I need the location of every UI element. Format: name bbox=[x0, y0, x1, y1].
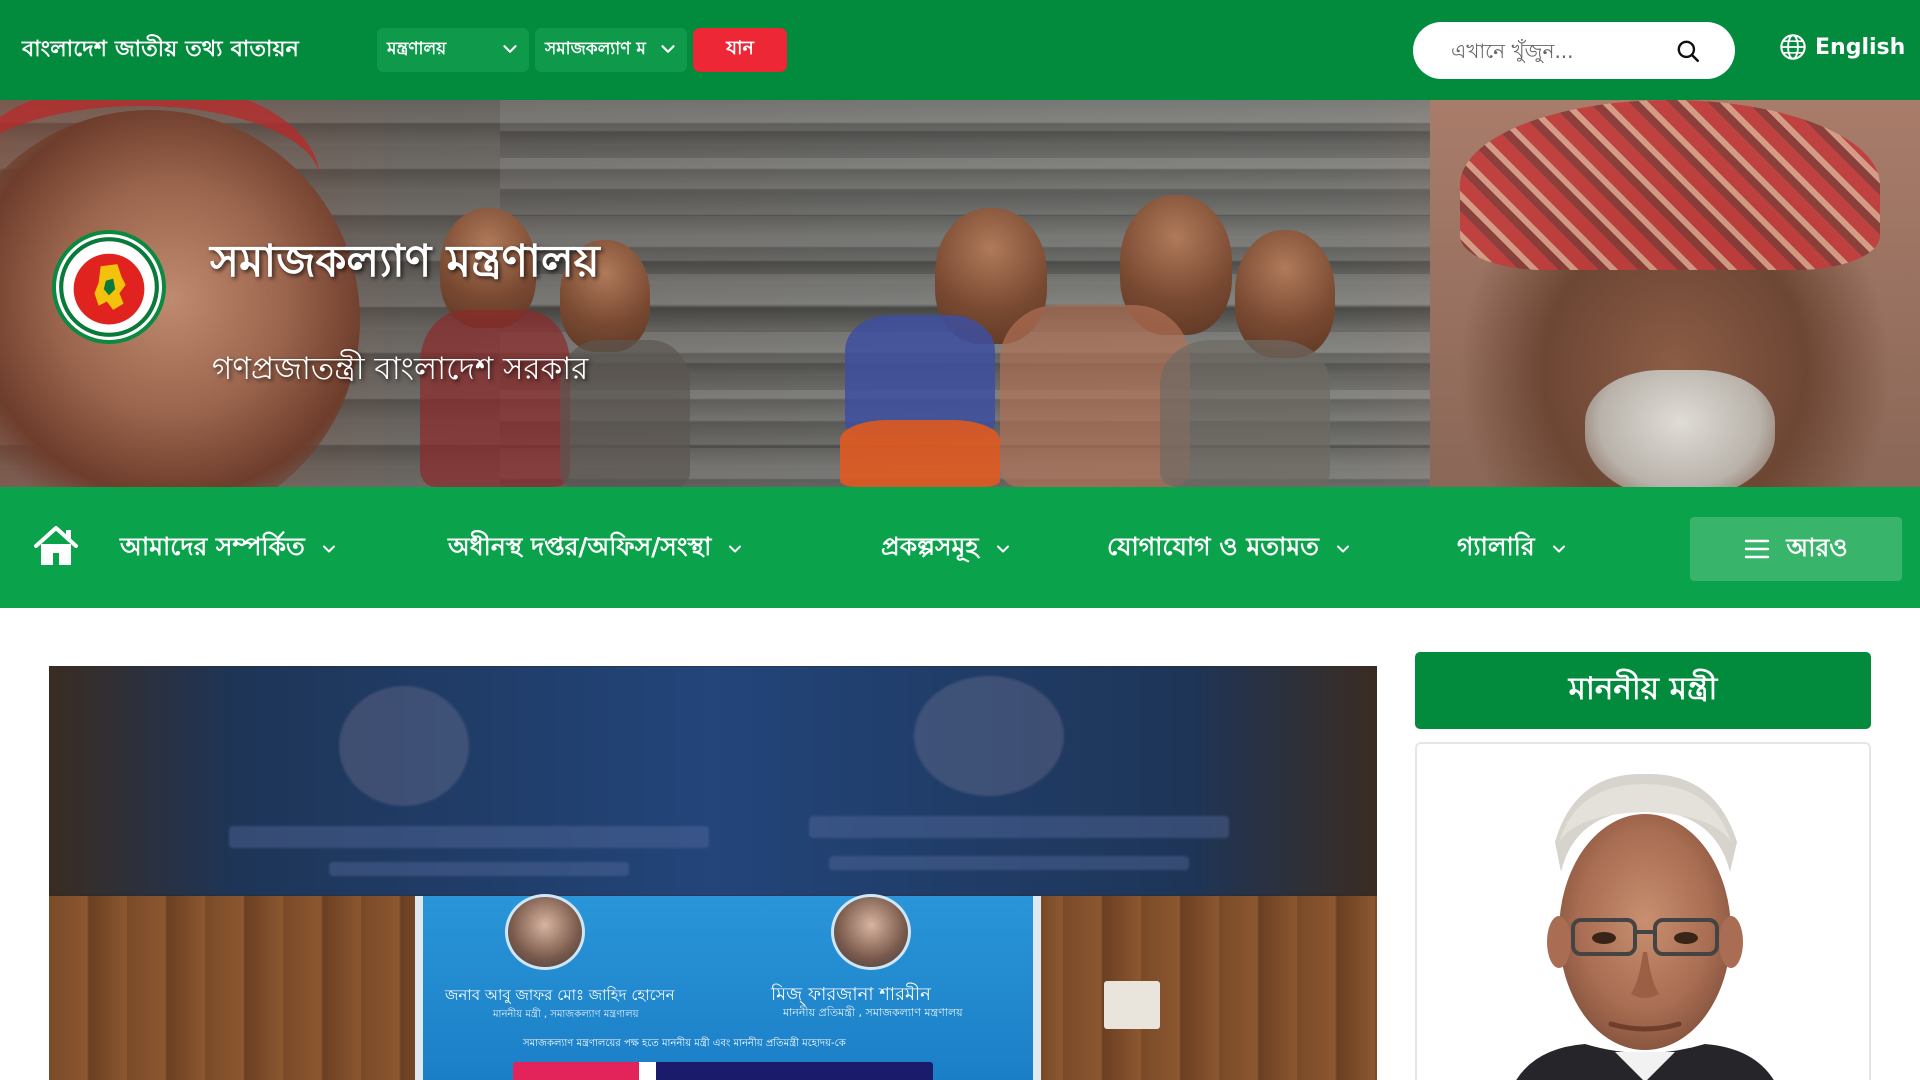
more-button[interactable]: আরও bbox=[1690, 517, 1902, 581]
chevron-down-icon bbox=[661, 45, 675, 53]
ministry-select[interactable]: মন্ত্রণালয় bbox=[377, 28, 529, 72]
nav-item-offices[interactable]: অধীনস্থ দপ্তর/অফিস/সংস্থা bbox=[448, 527, 745, 570]
banner-beard-image bbox=[1585, 370, 1775, 487]
minister-card[interactable] bbox=[1415, 742, 1871, 1080]
office-select[interactable]: সমাজকল্যাণ ম bbox=[535, 28, 687, 72]
blurred-caption bbox=[829, 856, 1189, 870]
chevron-down-icon bbox=[503, 45, 517, 53]
poster-role-right: মাননীয় প্রতিমন্ত্রী , সমাজকল্যাণ মন্ত্র… bbox=[783, 1006, 963, 1019]
ministry-subtitle: গণপ্রজাতন্ত্রী বাংলাদেশ সরকার bbox=[212, 351, 589, 387]
search-box bbox=[1413, 22, 1735, 79]
chevron-down-icon bbox=[729, 545, 742, 552]
language-label: English bbox=[1815, 34, 1906, 60]
nav-item-label: আমাদের সম্পর্কিত bbox=[120, 532, 305, 561]
nav-item-gallery[interactable]: গ্যালারি bbox=[1457, 527, 1569, 570]
nav-item-label: অধীনস্থ দপ্তর/অফিস/সংস্থা bbox=[448, 532, 712, 561]
government-emblem[interactable] bbox=[52, 230, 166, 344]
wall-socket-image bbox=[1104, 981, 1160, 1029]
search-icon[interactable] bbox=[1675, 38, 1701, 64]
minister-heading: মাননীয় মন্ত্রী bbox=[1415, 652, 1871, 729]
banner-child-image bbox=[420, 310, 570, 487]
nav-item-projects[interactable]: প্রকল্পসমূহ bbox=[881, 527, 1013, 570]
poster-portrait-right bbox=[831, 894, 911, 970]
nav-item-contact[interactable]: যোগাযোগ ও মতামত bbox=[1107, 527, 1353, 570]
blurred-caption bbox=[809, 816, 1229, 838]
banner-turban-image bbox=[1460, 100, 1880, 270]
banner-child-image bbox=[840, 420, 1000, 487]
blurred-caption bbox=[229, 826, 709, 848]
poster-headline-graphic bbox=[513, 1062, 933, 1080]
poster-name-left: জনাব আবু জাফর মোঃ জাহিদ হোসেন bbox=[445, 986, 675, 1004]
poster-role-left: মাননীয় মন্ত্রী , সমাজকল্যাণ মন্ত্রণালয় bbox=[493, 1009, 639, 1020]
search-input[interactable] bbox=[1451, 38, 1691, 63]
blurred-portrait bbox=[339, 686, 469, 806]
poster-portrait-left bbox=[505, 894, 585, 970]
chevron-down-icon bbox=[1552, 545, 1565, 552]
chevron-down-icon bbox=[1336, 545, 1349, 552]
chevron-down-icon bbox=[322, 545, 335, 552]
banner-child-image bbox=[1235, 230, 1335, 358]
globe-icon bbox=[1780, 34, 1806, 60]
slider-blurred-image bbox=[49, 666, 1377, 896]
go-button[interactable]: যান bbox=[693, 28, 787, 72]
office-select-value: সমাজকল্যাণ ম bbox=[545, 39, 646, 59]
home-icon[interactable] bbox=[32, 524, 80, 568]
poster-caption: সমাজকল্যাণ মন্ত্রণালয়ের পক্ষ হতে মাননীয… bbox=[523, 1038, 846, 1049]
language-switch[interactable]: English bbox=[1779, 33, 1905, 61]
nav-item-label: যোগাযোগ ও মতামত bbox=[1107, 532, 1319, 561]
news-slider[interactable]: জনাব আবু জাফর মোঃ জাহিদ হোসেন মাননীয় মন… bbox=[49, 666, 1377, 1080]
minister-photo bbox=[1516, 773, 1774, 1080]
ministry-title: সমাজকল্যাণ মন্ত্রণালয় bbox=[210, 236, 600, 287]
nav-item-label: গ্যালারি bbox=[1457, 532, 1535, 561]
ministry-select-value: মন্ত্রণালয় bbox=[387, 39, 447, 59]
banner-child-image bbox=[845, 315, 995, 435]
menu-icon bbox=[1745, 539, 1770, 559]
more-button-label: আরও bbox=[1786, 532, 1848, 562]
main-nav: আমাদের সম্পর্কিত অধীনস্থ দপ্তর/অফিস/সংস্… bbox=[0, 487, 1920, 608]
banner-child-image bbox=[1160, 340, 1330, 487]
chevron-down-icon bbox=[996, 545, 1009, 552]
top-bar: বাংলাদেশ জাতীয় তথ্য বাতায়ন মন্ত্রণালয়… bbox=[0, 0, 1920, 100]
nav-item-about[interactable]: আমাদের সম্পর্কিত bbox=[120, 527, 339, 570]
portal-title[interactable]: বাংলাদেশ জাতীয় তথ্য বাতায়ন bbox=[22, 32, 299, 69]
blurred-caption bbox=[329, 862, 629, 876]
nav-item-label: প্রকল্পসমূহ bbox=[881, 532, 979, 561]
emblem-icon bbox=[59, 237, 159, 337]
blurred-portrait bbox=[914, 676, 1064, 796]
event-poster: জনাব আবু জাফর মোঃ জাহিদ হোসেন মাননীয় মন… bbox=[415, 894, 1041, 1080]
